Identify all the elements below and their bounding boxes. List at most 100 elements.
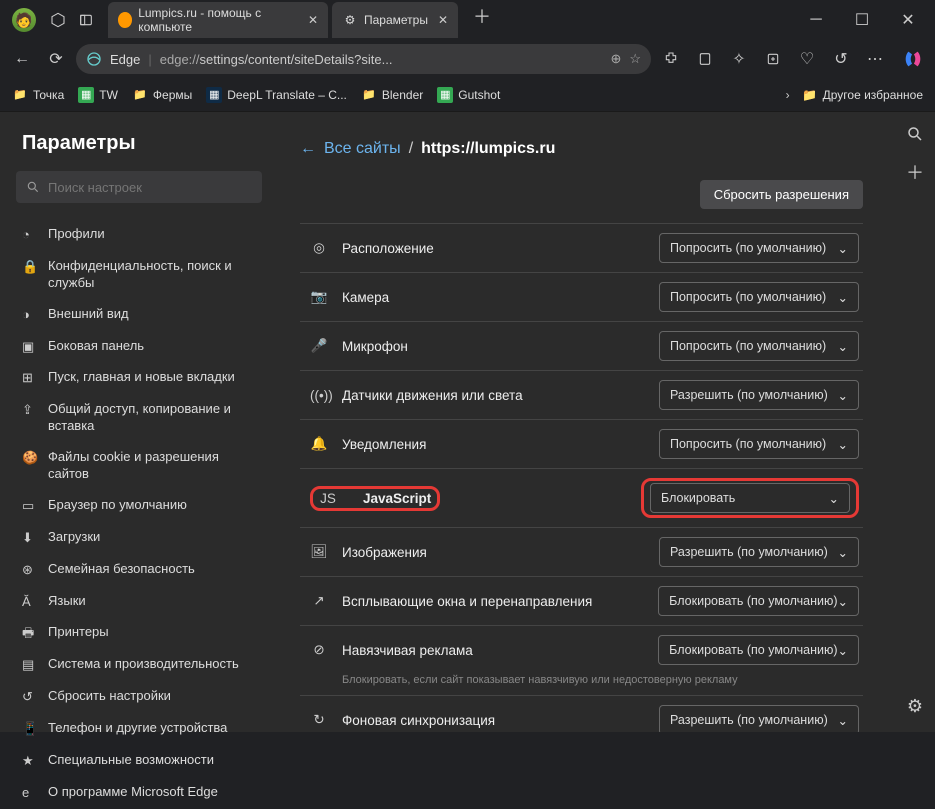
settings-search-input[interactable] [48, 180, 252, 195]
maximize-button[interactable]: ☐ [839, 0, 885, 40]
sidebar-nav-item[interactable]: ▭Браузер по умолчанию [16, 490, 262, 522]
permission-row: ⊘Навязчивая рекламаБлокировать (по умолч… [300, 625, 863, 674]
breadcrumb: ← Все сайты / https://lumpics.ru [300, 140, 863, 158]
search-icon [26, 180, 40, 194]
chevron-down-icon: ⌄ [829, 491, 839, 506]
new-tab-button[interactable]: ＋ [468, 2, 496, 30]
bookmark-item[interactable]: 📁Фермы [132, 87, 192, 103]
nav-label: Специальные возможности [48, 752, 214, 769]
sidebar-nav-item[interactable]: 🖶Принтеры [16, 617, 262, 649]
sidebar-nav-item[interactable]: ▣Боковая панель [16, 331, 262, 363]
profile-avatar[interactable]: 🧑 [12, 8, 36, 32]
more-menu[interactable]: ⋯ [861, 45, 889, 73]
nav-label: Внешний вид [48, 306, 129, 323]
permission-value: Попросить (по умолчанию) [670, 339, 826, 353]
bookmark-item[interactable]: 📁Blender [361, 87, 423, 103]
sidebar-nav-item[interactable]: 🍪Файлы cookie и разрешения сайтов [16, 442, 262, 490]
sidebar-nav-item[interactable]: ▤Система и производительность [16, 649, 262, 681]
permission-select[interactable]: Попросить (по умолчанию) ⌄ [659, 429, 859, 459]
tab-settings[interactable]: ⚙ Параметры ✕ [332, 2, 458, 38]
sidebar-nav-item[interactable]: ◔Профили [16, 219, 262, 251]
nav-label: Профили [48, 226, 105, 243]
sidebar-nav-item[interactable]: ↺Сбросить настройки [16, 681, 262, 713]
heart-icon[interactable]: ♡ [793, 45, 821, 73]
permission-note: Блокировать, если сайт показывает навязч… [342, 674, 863, 686]
workspaces-icon[interactable] [44, 6, 72, 34]
back-arrow-icon[interactable]: ← [300, 140, 316, 158]
permission-select[interactable]: Попросить (по умолчанию)⌄ [659, 331, 859, 361]
permission-icon: ⊘ [310, 642, 328, 658]
other-bookmarks[interactable]: 📁 Другое избранное [802, 87, 923, 103]
extensions-icon[interactable] [657, 45, 685, 73]
bookmark-item[interactable]: ▦DeepL Translate – С... [206, 87, 347, 103]
copilot-button[interactable] [899, 45, 927, 73]
search-in-page-icon[interactable]: ⊕ [610, 51, 621, 67]
permission-label: JavaScript [363, 491, 431, 506]
sidebar-nav-item[interactable]: ⇪Общий доступ, копирование и вставка [16, 394, 262, 442]
chevron-down-icon: ⌄ [838, 713, 848, 728]
permission-label: Камера [342, 290, 389, 305]
settings-main: ← Все сайты / https://lumpics.ru Сбросит… [276, 112, 895, 732]
tab-lumpics[interactable]: Lumpics.ru - помощь с компьюте ✕ [108, 2, 328, 38]
nav-label: Семейная безопасность [48, 561, 195, 578]
sidebar-nav-item[interactable]: ★Специальные возможности [16, 745, 262, 777]
history-icon[interactable]: ↺ [827, 45, 855, 73]
chevron-down-icon: ⌄ [838, 594, 848, 609]
sidebar-nav-item[interactable]: 🔒Конфиденциальность, поиск и службы [16, 251, 262, 299]
collections-icon[interactable] [759, 45, 787, 73]
read-aloud-icon[interactable] [691, 45, 719, 73]
printer-icon: 🖶 [22, 625, 38, 642]
permission-label: Фоновая синхронизация [342, 713, 495, 728]
tab-close-icon[interactable]: ✕ [438, 13, 448, 27]
permission-row: ◎РасположениеПопросить (по умолчанию)⌄ [300, 223, 863, 272]
close-button[interactable]: ✕ [885, 0, 931, 40]
permission-value: Попросить (по умолчанию) [670, 290, 826, 304]
reset-icon: ↺ [22, 689, 38, 706]
reset-permissions-button[interactable]: Сбросить разрешения [700, 180, 863, 209]
rail-search-icon[interactable] [903, 122, 927, 146]
tab-icon: ⊞ [22, 370, 38, 387]
permission-select[interactable]: Блокировать⌄ [650, 483, 850, 513]
sidebar-nav-item[interactable]: ⊞Пуск, главная и новые вкладки [16, 362, 262, 394]
bookmark-label: Blender [382, 88, 423, 102]
chevron-down-icon: ⌄ [838, 290, 848, 305]
bookmark-item[interactable]: ▦TW [78, 87, 118, 103]
bookmark-item[interactable]: 📁Точка [12, 87, 64, 103]
sidebar-nav-item[interactable]: ⊛Семейная безопасность [16, 554, 262, 586]
rail-settings-icon[interactable]: ⚙ [903, 694, 927, 718]
minimize-button[interactable]: ─ [793, 0, 839, 40]
sidebar-nav-item[interactable]: 📱Телефон и другие устройства [16, 713, 262, 745]
bookmarks-chevron-icon[interactable]: › [786, 88, 790, 102]
site-icon: ▦ [437, 87, 453, 103]
sidebar-nav-item[interactable]: ⬇ Загрузки [16, 522, 262, 554]
chevron-down-icon: ⌄ [838, 437, 848, 452]
tab-actions-icon[interactable] [72, 6, 100, 34]
bookmark-item[interactable]: ▦Gutshot [437, 87, 500, 103]
permission-select[interactable]: Блокировать (по умолчанию)⌄ [658, 635, 859, 665]
favorites-icon[interactable]: ✧ [725, 45, 753, 73]
back-button[interactable]: ← [8, 45, 36, 73]
permission-row: 🔔УведомленияПопросить (по умолчанию)⌄ [300, 419, 863, 468]
refresh-button[interactable]: ⟳ [42, 45, 70, 73]
settings-search[interactable] [16, 171, 262, 203]
sidebar-nav-item[interactable]: ĂЯзыки [16, 586, 262, 618]
folder-icon: 📁 [12, 87, 28, 103]
permission-select[interactable]: Разрешить (по умолчанию)⌄ [659, 537, 859, 567]
sidebar-nav-item[interactable]: ◑Внешний вид [16, 299, 262, 331]
permission-select[interactable]: Попросить (по умолчанию) ⌄ [659, 282, 859, 312]
nav-label: Загрузки [48, 529, 100, 546]
favorite-star-icon[interactable]: ☆ [629, 51, 641, 67]
permission-select[interactable]: Попросить (по умолчанию)⌄ [659, 233, 859, 263]
sidebar-nav-item[interactable]: eО программе Microsoft Edge [16, 777, 262, 809]
permission-row: ↻Фоновая синхронизацияРазрешить (по умол… [300, 695, 863, 732]
breadcrumb-all-sites[interactable]: Все сайты [324, 140, 401, 158]
tab-close-icon[interactable]: ✕ [308, 13, 318, 27]
permission-select[interactable]: Разрешить (по умолчанию)⌄ [659, 705, 859, 732]
permission-select[interactable]: Разрешить (по умолчанию)⌄ [659, 380, 859, 410]
download-icon: ⬇ [22, 530, 38, 547]
permission-value: Попросить (по умолчанию) [670, 437, 826, 451]
bookmarks-bar: 📁Точка▦TW📁Фермы▦DeepL Translate – С...📁B… [0, 78, 935, 112]
rail-add-icon[interactable]: ＋ [903, 160, 927, 184]
permission-select[interactable]: Блокировать (по умолчанию)⌄ [658, 586, 859, 616]
omnibox[interactable]: Edge | edge://settings/content/siteDetai… [76, 44, 651, 74]
